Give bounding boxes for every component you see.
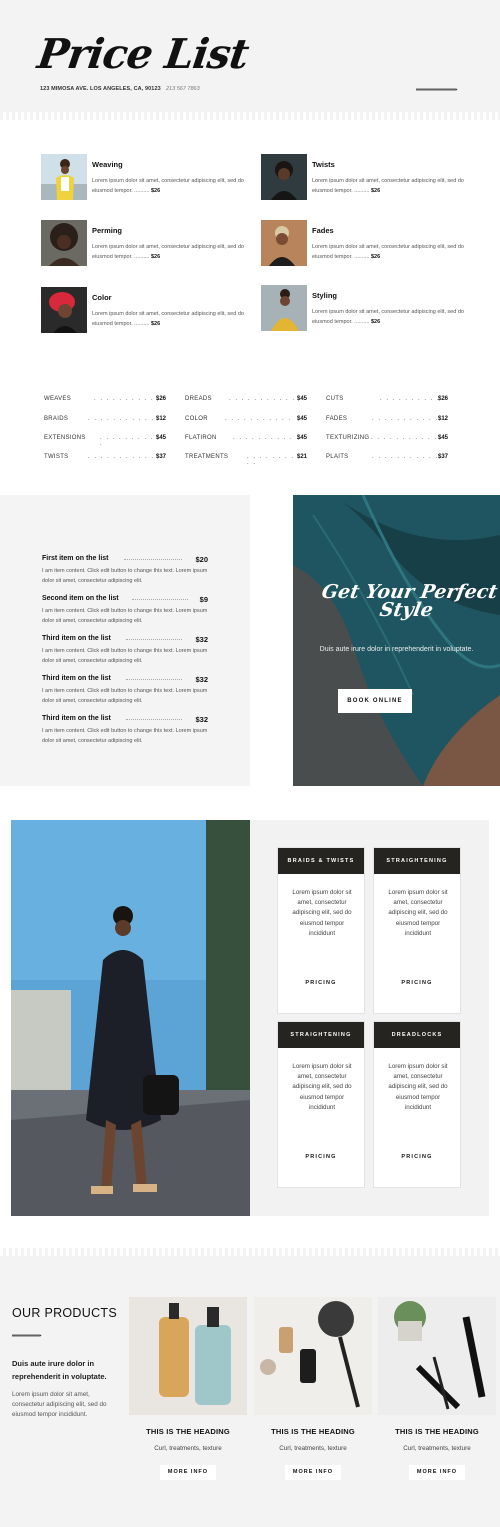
service-card-twists: Twists Lorem ipsum dolor sit amet, conse… (261, 154, 471, 202)
more-info-button[interactable]: MORE INFO (285, 1465, 341, 1480)
page-title: Price List (34, 30, 252, 78)
price-row: TREATMENTS. . . . . . . . . . . $21 (185, 454, 307, 466)
service-card-perming: Perming Lorem ipsum dolor sit amet, cons… (41, 220, 251, 268)
header-torn-edge (0, 112, 500, 120)
hero-title: Get Your Perfect Style (320, 581, 500, 621)
product-title: THIS IS THE HEADING (395, 1427, 479, 1436)
service-thumbnail (41, 287, 87, 333)
book-online-button[interactable]: BOOK ONLINE (338, 689, 412, 713)
service-card-fades: Fades Lorem ipsum dolor sit amet, consec… (261, 220, 471, 268)
service-name: Weaving (92, 160, 123, 169)
model-photo-image (11, 820, 250, 1216)
service-name: Fades (312, 226, 334, 235)
price-row: CUTS. . . . . . . . . . . $26 (326, 396, 448, 402)
price-row: PLAITS. . . . . . . . . . . $37 (326, 454, 448, 460)
product-subtitle: Curl, treatments, texture (154, 1445, 222, 1452)
price-row: FLATIRON. . . . . . . . . . . $45 (185, 435, 307, 441)
pricing-card: STRAIGHTENING Lorem ipsum dolor sit amet… (373, 847, 461, 1014)
service-thumbnail (261, 285, 307, 331)
product-title: THIS IS THE HEADING (146, 1427, 230, 1436)
service-desc: Lorem ipsum dolor sit amet, consectetur … (312, 178, 464, 194)
service-name: Perming (92, 226, 123, 235)
service-card-styling: Styling Lorem ipsum dolor sit amet, cons… (261, 285, 471, 333)
price-row: FADES. . . . . . . . . . . $12 (326, 416, 448, 422)
page-header: Price List 123 MIMOSA AVE. LOS ANGELES, … (0, 0, 500, 118)
hero-subtitle: Duis aute irure dolor in reprehenderit i… (319, 646, 474, 653)
price-row: COLOR. . . . . . . . . . . $45 (185, 416, 307, 422)
service-desc: Lorem ipsum dolor sit amet, consectetur … (312, 309, 464, 325)
service-thumbnail (41, 220, 87, 266)
service-thumbnail (41, 154, 87, 200)
pricing-link[interactable]: PRICING (374, 1154, 460, 1160)
pricing-card-title: STRAIGHTENING (278, 1022, 364, 1048)
service-card-color: Color Lorem ipsum dolor sit amet, consec… (41, 287, 251, 335)
bobby-pin-icon (416, 88, 458, 91)
product-image (129, 1297, 247, 1415)
products-torn-edge (0, 1248, 500, 1256)
service-thumbnail (261, 220, 307, 266)
product-title: THIS IS THE HEADING (271, 1427, 355, 1436)
products-heading: OUR PRODUCTS (12, 1306, 117, 1320)
pricing-card-text: Lorem ipsum dolor sit amet, consectetur … (388, 1063, 448, 1111)
service-card-weaving: Weaving Lorem ipsum dolor sit amet, cons… (41, 154, 251, 202)
phone-text: 213 567 7863 (166, 86, 200, 92)
address-text: 123 MIMOSA AVE. LOS ANGELES, CA, 90123 (40, 86, 161, 92)
price-row: TEXTURIZING. . . . . . . . . . . $45 (326, 435, 448, 441)
price-row: BRAIDS. . . . . . . . . . . $12 (44, 416, 166, 422)
bobby-pin-icon (12, 1334, 42, 1337)
price-row: WEAVES. . . . . . . . . . . $26 (44, 396, 166, 402)
price-row: TWISTS. . . . . . . . . . . $37 (44, 454, 166, 460)
product-subtitle: Curl, treatments, texture (403, 1445, 471, 1452)
service-desc: Lorem ipsum dolor sit amet, consectetur … (312, 244, 464, 260)
service-desc: Lorem ipsum dolor sit amet, consectetur … (92, 244, 244, 260)
products-lead-text: Duis aute irure dolor in reprehenderit i… (12, 1359, 107, 1381)
service-desc: Lorem ipsum dolor sit amet, consectetur … (92, 178, 244, 194)
pricing-card: BRAIDS & TWISTS Lorem ipsum dolor sit am… (277, 847, 365, 1014)
product-image (378, 1297, 496, 1415)
more-info-button[interactable]: MORE INFO (160, 1465, 216, 1480)
hero-background-image (293, 495, 500, 786)
product-subtitle: Curl, treatments, texture (279, 1445, 347, 1452)
product-image (254, 1297, 372, 1415)
products-body-text: Lorem ipsum dolor sit amet, consectetur … (12, 1391, 107, 1418)
pricing-card-text: Lorem ipsum dolor sit amet, consectetur … (292, 889, 352, 937)
price-row: EXTENSIONS. . . . . . . . . . . $45 (44, 435, 166, 447)
service-desc: Lorem ipsum dolor sit amet, consectetur … (92, 311, 244, 327)
pricing-card-text: Lorem ipsum dolor sit amet, consectetur … (388, 889, 448, 937)
price-row: DREADS. . . . . . . . . . . $45 (185, 396, 307, 402)
pricing-card: DREADLOCKS Lorem ipsum dolor sit amet, c… (373, 1021, 461, 1188)
pricing-card-title: STRAIGHTENING (374, 848, 460, 874)
more-info-button[interactable]: MORE INFO (409, 1465, 465, 1480)
pricing-card-text: Lorem ipsum dolor sit amet, consectetur … (292, 1063, 352, 1111)
service-name: Styling (312, 291, 338, 300)
pricing-card-title: DREADLOCKS (374, 1022, 460, 1048)
service-name: Color (92, 293, 112, 302)
pricing-link[interactable]: PRICING (374, 980, 460, 986)
service-name: Twists (312, 160, 335, 169)
service-thumbnail (261, 154, 307, 200)
hero-banner: Get Your Perfect Style Duis aute irure d… (293, 495, 500, 786)
pricing-card-title: BRAIDS & TWISTS (278, 848, 364, 874)
pricing-link[interactable]: PRICING (278, 980, 364, 986)
pricing-link[interactable]: PRICING (278, 1154, 364, 1160)
model-photo (11, 820, 250, 1216)
pricing-card: STRAIGHTENING Lorem ipsum dolor sit amet… (277, 1021, 365, 1188)
